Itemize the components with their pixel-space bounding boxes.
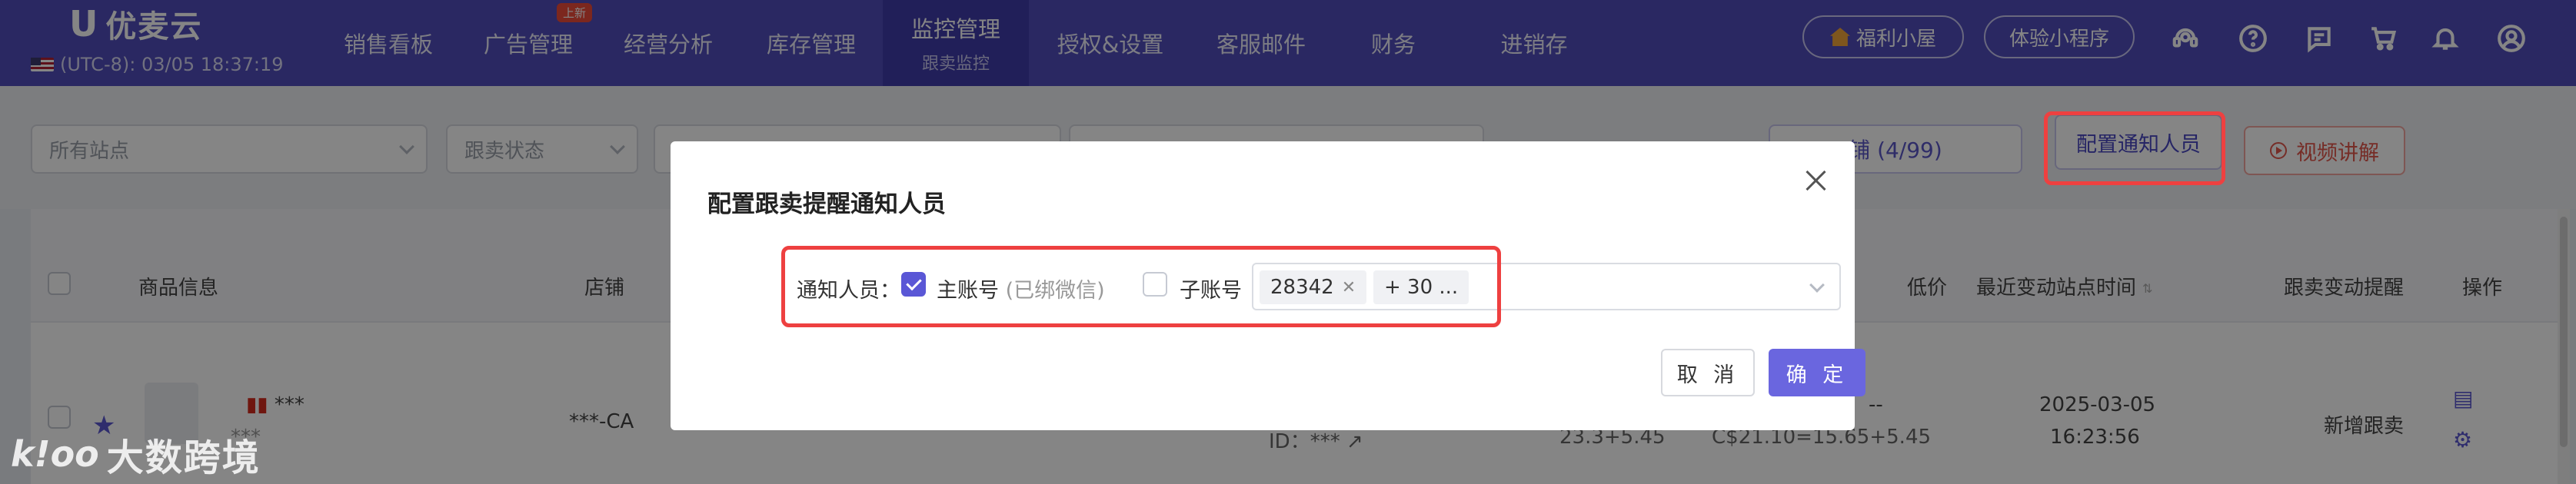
close-icon[interactable] bbox=[1804, 169, 1827, 192]
chevron-down-icon bbox=[1809, 277, 1825, 293]
highlight-box-config bbox=[2044, 111, 2225, 185]
highlight-box-notify bbox=[781, 246, 1501, 327]
notify-config-dialog: 配置跟卖提醒通知人员 通知人员： 主账号 (已绑微信) 子账号 28342 ✕ … bbox=[671, 141, 1865, 430]
watermark: k!oo 大数跨境 bbox=[11, 427, 261, 481]
confirm-button[interactable]: 确 定 bbox=[1769, 349, 1865, 396]
watermark-text: 大数跨境 bbox=[106, 436, 261, 479]
watermark-logo: k!oo bbox=[11, 433, 99, 475]
cancel-button[interactable]: 取 消 bbox=[1661, 349, 1755, 396]
dialog-title: 配置跟卖提醒通知人员 bbox=[707, 191, 946, 218]
